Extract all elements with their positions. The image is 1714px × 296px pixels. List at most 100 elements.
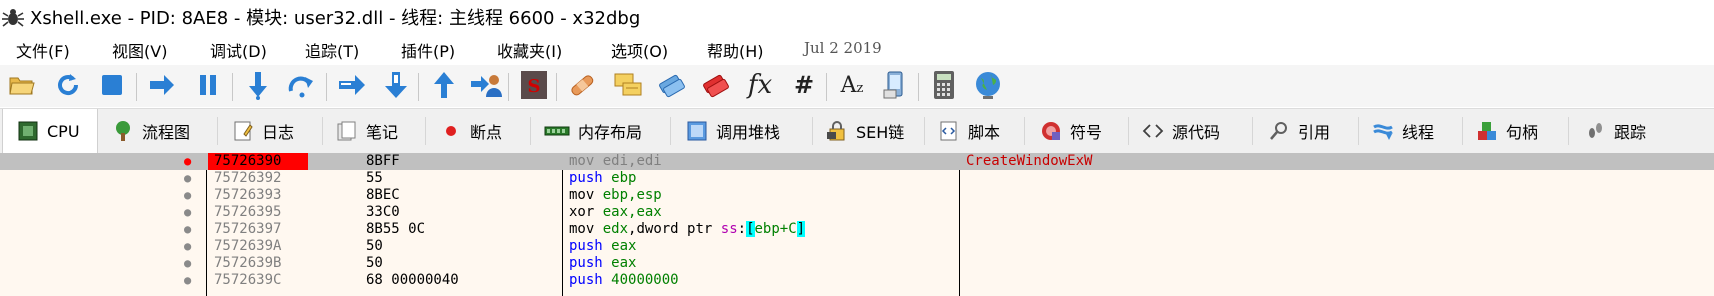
tab-symbols[interactable]: 符号 [1040, 109, 1102, 153]
labels-icon[interactable] [656, 69, 688, 101]
comment: CreateWindowExW [966, 153, 1093, 169]
bytes: 8BEC [366, 187, 400, 203]
address: 75726392 [214, 170, 282, 186]
tab-breakpoints[interactable]: 断点 [440, 109, 502, 153]
step-into-icon[interactable] [242, 69, 274, 101]
run-icon[interactable] [146, 69, 178, 101]
bookmarks-icon[interactable] [700, 69, 732, 101]
instruction: mov ebp,esp [569, 187, 662, 203]
bytes: 8B55 0C [366, 221, 426, 237]
instruction: push eax [569, 255, 637, 271]
script-icon [938, 120, 960, 142]
instruction: push 40000000 [569, 272, 679, 288]
tab-script[interactable]: 脚本 [938, 109, 1000, 153]
menu-help[interactable]: 帮助(H) [707, 38, 764, 62]
menu-favourites[interactable]: 收藏夹(I) [497, 38, 562, 62]
disasm-row[interactable]: ● 7572639A 50 push eax [0, 238, 1714, 255]
address: 75726393 [214, 187, 282, 203]
disasm-row[interactable]: ● 75726397 8B55 0C mov edx,dword ptr ss:… [0, 221, 1714, 238]
tab-log[interactable]: 日志 [232, 109, 294, 153]
disasm-row[interactable]: ● 75726392 55 push ebp [0, 170, 1714, 187]
menu-trace[interactable]: 追踪(T) [305, 38, 359, 62]
threads-icon [1372, 120, 1394, 142]
tab-graph[interactable]: 流程图 [112, 109, 190, 153]
disasm-row[interactable]: ● 7572639B 50 push eax [0, 255, 1714, 272]
bullet-dot: ● [184, 188, 192, 202]
menu-options[interactable]: 选项(O) [611, 38, 668, 62]
menu-plugins[interactable]: 插件(P) [401, 38, 455, 62]
tab-call-stack[interactable]: 调用堆栈 [686, 109, 780, 153]
bullet-dot: ● [184, 205, 192, 219]
bytes: 50 [366, 255, 383, 271]
menu-debug[interactable]: 调试(D) [210, 38, 267, 62]
tab-threads[interactable]: 线程 [1372, 109, 1434, 153]
execute-till-return-icon[interactable] [428, 69, 460, 101]
globe-icon[interactable] [972, 69, 1004, 101]
breakpoint-icon [440, 120, 462, 142]
pause-icon[interactable] [192, 69, 224, 101]
cpu-icon [17, 120, 39, 142]
address: 75726395 [214, 204, 282, 220]
bullet-dot: ● [184, 273, 192, 287]
instruction: mov edx,dword ptr ss:[ebp+C] [569, 221, 806, 237]
scylla-icon[interactable]: S [518, 69, 550, 101]
calculator-icon[interactable] [928, 69, 960, 101]
log-icon [232, 120, 254, 142]
address: 7572639A [214, 238, 282, 254]
step-over-icon[interactable] [286, 69, 318, 101]
toolbar: S fx # Az [0, 65, 1714, 107]
tab-bar: CPU 流程图 日志 笔记 断点 内存布局 调用堆栈 SEH链 脚本 符号 源代… [0, 108, 1714, 154]
functions-icon[interactable]: fx [744, 69, 776, 101]
tab-memory-map[interactable]: 内存布局 [544, 109, 642, 153]
seh-icon [826, 120, 848, 142]
tab-cpu[interactable]: CPU [2, 109, 98, 153]
graph-icon [112, 120, 134, 142]
instruction: xor eax,eax [569, 204, 662, 220]
source-icon [1142, 120, 1164, 142]
window-title: Xshell.exe - PID: 8AE8 - 模块: user32.dll … [30, 7, 641, 29]
menu-file[interactable]: 文件(F) [16, 38, 70, 62]
build-date: Jul 2 2019 [804, 39, 882, 57]
bug-icon [0, 4, 26, 30]
comments-icon[interactable] [612, 69, 644, 101]
references-icon [1268, 120, 1290, 142]
tab-references[interactable]: 引用 [1268, 109, 1330, 153]
restart-icon[interactable] [52, 69, 84, 101]
svg-text:S: S [528, 76, 541, 97]
title-bar: Xshell.exe - PID: 8AE8 - 模块: user32.dll … [0, 0, 1714, 33]
memory-map-icon [544, 120, 570, 142]
trace-over-icon[interactable] [380, 69, 412, 101]
tab-trace[interactable]: 跟踪 [1584, 109, 1646, 153]
font-icon[interactable]: Az [836, 69, 868, 101]
trace-into-icon[interactable] [336, 69, 368, 101]
disassembly-view[interactable]: ● 75726390 8BFF mov edi,edi CreateWindow… [0, 153, 1714, 296]
bytes: 8BFF [366, 153, 400, 169]
address: 7572639B [214, 255, 282, 271]
call-stack-icon [686, 120, 708, 142]
menu-bar: 文件(F) 视图(V) 调试(D) 追踪(T) 插件(P) 收藏夹(I) 选项(… [0, 33, 1714, 63]
tab-handles[interactable]: 句柄 [1476, 109, 1538, 153]
patch-icon[interactable] [566, 69, 598, 101]
stop-icon[interactable] [96, 69, 128, 101]
device-icon[interactable] [880, 69, 912, 101]
notes-icon [336, 120, 358, 142]
bullet-dot: ● [184, 239, 192, 253]
bullet-dot: ● [184, 222, 192, 236]
run-to-user-code-icon[interactable] [470, 69, 502, 101]
disasm-row[interactable]: ● 7572639C 68 00000040 push 40000000 [0, 272, 1714, 289]
tab-notes[interactable]: 笔记 [336, 109, 398, 153]
instruction: push eax [569, 238, 637, 254]
disasm-row[interactable]: ● 75726393 8BEC mov ebp,esp [0, 187, 1714, 204]
instruction: push ebp [569, 170, 637, 186]
menu-view[interactable]: 视图(V) [112, 38, 167, 62]
tab-source[interactable]: 源代码 [1142, 109, 1220, 153]
instruction: mov edi,edi [569, 153, 662, 169]
trace-icon [1584, 120, 1606, 142]
bullet-dot: ● [184, 256, 192, 270]
tab-seh-chain[interactable]: SEH链 [826, 109, 904, 153]
hash-icon[interactable]: # [788, 69, 820, 101]
breakpoint-dot[interactable]: ● [184, 153, 191, 170]
open-icon[interactable] [6, 69, 38, 101]
disasm-row[interactable]: ● 75726395 33C0 xor eax,eax [0, 204, 1714, 221]
disasm-row[interactable]: ● 75726390 8BFF mov edi,edi CreateWindow… [0, 153, 1714, 170]
